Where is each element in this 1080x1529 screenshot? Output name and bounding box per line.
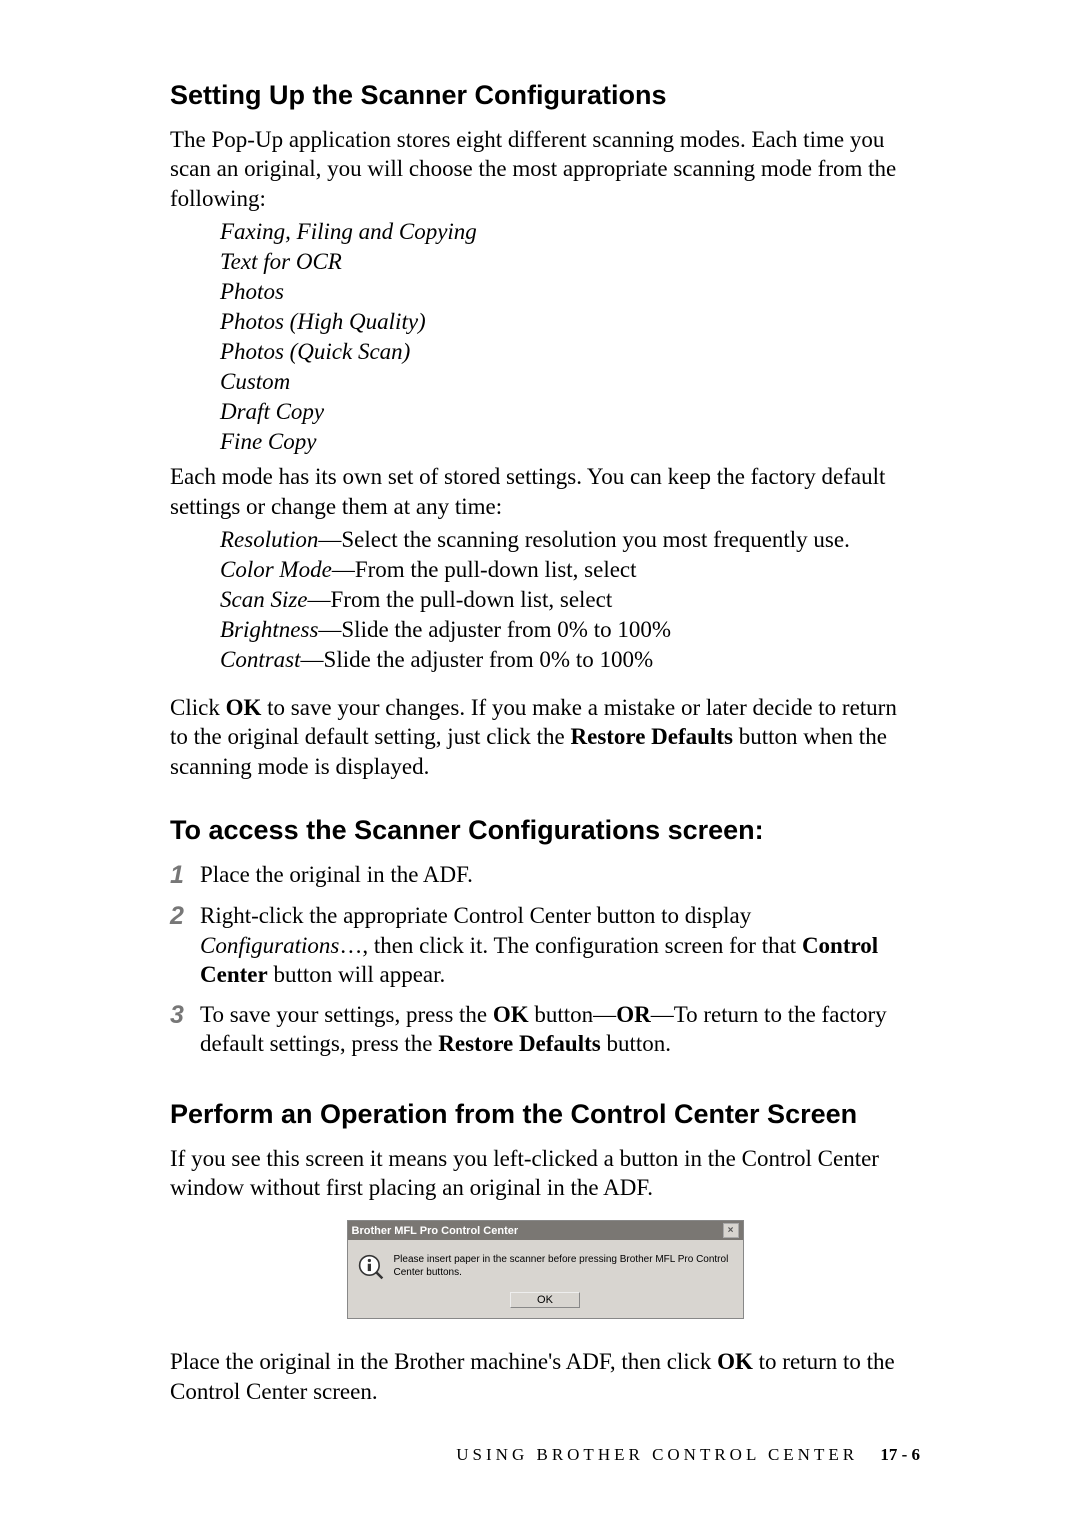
manual-page: Setting Up the Scanner Configurations Th… <box>0 0 1080 1529</box>
heading-setting-up: Setting Up the Scanner Configurations <box>170 80 920 111</box>
list-item: Resolution—Select the scanning resolutio… <box>220 525 920 555</box>
intro-paragraph-2: Each mode has its own set of stored sett… <box>170 462 920 521</box>
list-item: Fine Copy <box>220 427 920 457</box>
list-item: Brightness—Slide the adjuster from 0% to… <box>220 615 920 645</box>
step-number: 1 <box>170 860 200 891</box>
ok-button[interactable]: OK <box>510 1292 580 1308</box>
dialog-message: Please insert paper in the scanner befor… <box>394 1254 733 1280</box>
list-item: Scan Size—From the pull-down list, selec… <box>220 585 920 615</box>
list-item: Custom <box>220 367 920 397</box>
list-item: Photos <box>220 277 920 307</box>
page-footer: USING BROTHER CONTROL CENTER 17 - 6 <box>456 1445 920 1465</box>
steps-list: 1 Place the original in the ADF. 2 Right… <box>170 860 920 1058</box>
heading-perform-operation: Perform an Operation from the Control Ce… <box>170 1099 920 1130</box>
step-1: 1 Place the original in the ADF. <box>170 860 920 891</box>
step-number: 3 <box>170 1000 200 1031</box>
list-item: Text for OCR <box>220 247 920 277</box>
close-icon[interactable]: × <box>723 1223 739 1238</box>
list-item: Photos (High Quality) <box>220 307 920 337</box>
dialog-content: Please insert paper in the scanner befor… <box>348 1240 743 1288</box>
intro-paragraph-1: The Pop-Up application stores eight diff… <box>170 125 920 213</box>
step-3: 3 To save your settings, press the OK bu… <box>170 1000 920 1059</box>
perform-intro: If you see this screen it means you left… <box>170 1144 920 1203</box>
dialog-box: Brother MFL Pro Control Center × Please … <box>347 1220 744 1319</box>
list-item: Draft Copy <box>220 397 920 427</box>
list-item: Photos (Quick Scan) <box>220 337 920 367</box>
page-number: 17 - 6 <box>880 1445 920 1464</box>
list-item: Color Mode—From the pull-down list, sele… <box>220 555 920 585</box>
save-paragraph: Click OK to save your changes. If you ma… <box>170 693 920 781</box>
footer-text: USING BROTHER CONTROL CENTER <box>456 1445 858 1464</box>
step-2: 2 Right-click the appropriate Control Ce… <box>170 901 920 989</box>
list-item: Faxing, Filing and Copying <box>220 217 920 247</box>
step-number: 2 <box>170 901 200 932</box>
heading-access-config: To access the Scanner Configurations scr… <box>170 815 920 846</box>
scan-modes-list: Faxing, Filing and Copying Text for OCR … <box>220 217 920 456</box>
info-icon <box>358 1254 384 1280</box>
dialog-title: Brother MFL Pro Control Center <box>352 1225 519 1237</box>
dialog-titlebar: Brother MFL Pro Control Center × <box>348 1221 743 1240</box>
dialog-button-row: OK <box>348 1288 743 1318</box>
list-item: Contrast—Slide the adjuster from 0% to 1… <box>220 645 920 675</box>
perform-outro: Place the original in the Brother machin… <box>170 1347 920 1406</box>
settings-list: Resolution—Select the scanning resolutio… <box>220 525 920 674</box>
